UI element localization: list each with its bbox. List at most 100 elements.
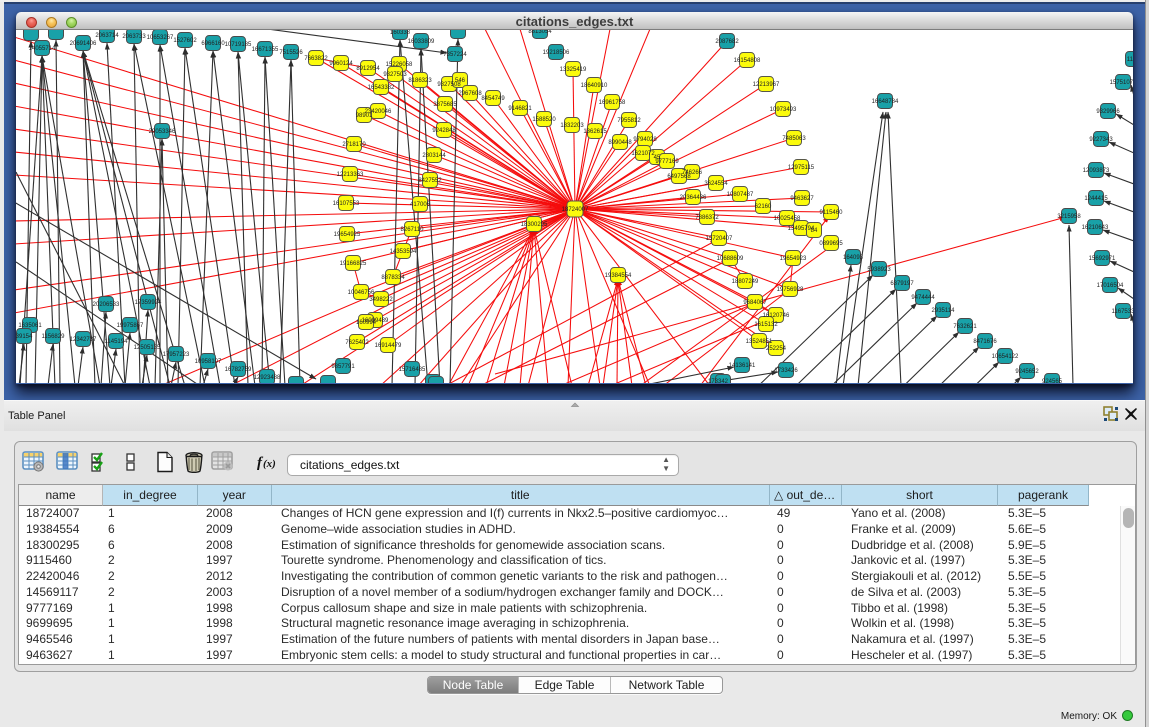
svg-text:16107553: 16107553 [333, 201, 360, 207]
svg-text:17016504: 17016504 [1097, 283, 1124, 289]
svg-text:8912954: 8912954 [356, 66, 380, 72]
svg-text:16914479: 16914479 [375, 343, 402, 349]
svg-text:29053346: 29053346 [149, 129, 176, 135]
svg-text:15716485: 15716485 [399, 367, 426, 373]
svg-text:3875685: 3875685 [433, 102, 457, 108]
svg-text:9327503: 9327503 [383, 72, 407, 78]
svg-text:8267110: 8267110 [401, 227, 425, 233]
svg-text:2718170: 2718170 [342, 142, 366, 148]
svg-text:9227343: 9227343 [1089, 137, 1113, 143]
svg-text:6379197: 6379197 [890, 281, 914, 287]
svg-text:62160: 62160 [755, 204, 772, 210]
svg-text:10046756: 10046756 [348, 290, 375, 296]
svg-text:2803144: 2803144 [422, 153, 446, 159]
svg-text:15692971: 15692971 [1089, 256, 1116, 262]
svg-text:13524851: 13524851 [746, 339, 773, 345]
svg-text:12213363: 12213363 [337, 172, 364, 178]
svg-text:9242848: 9242848 [432, 128, 456, 134]
svg-text:1145194: 1145194 [105, 339, 129, 345]
svg-text:10973493: 10973493 [770, 107, 797, 113]
svg-text:7515526: 7515526 [279, 50, 303, 56]
svg-text:3498222: 3498222 [369, 297, 393, 303]
svg-text:1832203: 1832203 [560, 123, 584, 129]
svg-text:10807487: 10807487 [727, 192, 754, 198]
svg-text:160338: 160338 [390, 30, 411, 36]
svg-text:9777169: 9777169 [655, 159, 679, 165]
svg-text:16671355: 16671355 [252, 47, 279, 53]
svg-text:9857791: 9857791 [331, 364, 355, 370]
svg-text:8990448: 8990448 [608, 140, 632, 146]
svg-text:18640910: 18640910 [581, 83, 608, 89]
svg-text:10719185: 10719185 [225, 42, 252, 48]
svg-text:5938923: 5938923 [867, 267, 891, 273]
svg-text:1615132: 1615132 [754, 322, 778, 328]
svg-text:7886372: 7886372 [695, 215, 719, 221]
svg-text:20364436: 20364436 [680, 195, 707, 201]
svg-text:10688609: 10688609 [717, 256, 744, 262]
svg-text:18300295: 18300295 [521, 222, 548, 228]
svg-text:7357224: 7357224 [443, 52, 467, 58]
svg-text:9115460: 9115460 [820, 210, 844, 216]
svg-text:12975115: 12975115 [788, 165, 815, 171]
svg-text:39154: 39154 [16, 334, 33, 340]
svg-text:160994: 160994 [356, 320, 377, 326]
svg-text:1527602: 1527602 [173, 38, 197, 44]
svg-text:12505135: 12505135 [134, 345, 161, 351]
svg-text:7625402: 7625402 [345, 340, 369, 346]
svg-text:16782759: 16782759 [225, 367, 252, 373]
svg-text:9684067: 9684067 [743, 300, 767, 306]
svg-text:16648784: 16648784 [872, 99, 899, 105]
svg-text:1362615: 1362615 [583, 129, 607, 135]
svg-text:98901: 98901 [356, 113, 373, 119]
svg-text:924565: 924565 [1042, 379, 1063, 383]
svg-text:16120746: 16120746 [763, 313, 790, 319]
svg-text:8878334: 8878334 [381, 275, 405, 281]
svg-text:14055714: 14055714 [29, 46, 56, 52]
svg-text:3624554: 3624554 [704, 181, 728, 187]
svg-text:8186323: 8186323 [408, 78, 432, 84]
svg-text:1588520: 1588520 [532, 117, 556, 123]
svg-text:14136141: 14136141 [729, 363, 756, 369]
svg-text:17359924: 17359924 [135, 300, 162, 306]
svg-text:18724007: 18724007 [562, 207, 589, 213]
svg-text:252254: 252254 [766, 346, 787, 352]
svg-text:2063714: 2063714 [95, 33, 119, 39]
svg-text:10958107: 10958107 [195, 359, 222, 365]
svg-text:7663822: 7663822 [304, 56, 328, 62]
svg-text:6497568: 6497568 [667, 174, 691, 180]
svg-text:15720407: 15720407 [706, 236, 733, 242]
svg-text:9463627: 9463627 [790, 196, 814, 202]
svg-text:13325419: 13325419 [560, 67, 587, 73]
svg-text:0899695: 0899695 [819, 241, 843, 247]
svg-text:16210643: 16210643 [1082, 225, 1109, 231]
svg-text:1244415: 1244415 [1084, 196, 1108, 202]
svg-text:8471676: 8471676 [973, 339, 997, 345]
svg-text:20691406: 20691406 [70, 41, 97, 47]
svg-text:3215958: 3215958 [1057, 214, 1081, 220]
svg-text:14353594: 14353594 [390, 249, 417, 255]
svg-text:12213967: 12213967 [753, 82, 780, 88]
svg-text:2087682: 2087682 [715, 39, 739, 45]
svg-text:7632621: 7632621 [953, 324, 977, 330]
svg-text:12342737: 12342737 [70, 337, 97, 343]
svg-text:2967608: 2967608 [458, 91, 482, 97]
svg-text:2935114: 2935114 [932, 308, 956, 314]
svg-text:8427552: 8427552 [418, 178, 442, 184]
svg-text:20206533: 20206533 [93, 302, 120, 308]
svg-text:19218506: 19218506 [543, 50, 570, 56]
svg-text:19756928: 19756928 [777, 287, 804, 293]
svg-text:9245652: 9245652 [1015, 369, 1039, 375]
svg-text:417006: 417006 [410, 202, 431, 208]
svg-text:9960124: 9960124 [329, 61, 353, 67]
svg-text:10025458: 10025458 [774, 216, 801, 222]
svg-text:19166825: 19166825 [340, 261, 367, 267]
svg-text:1117: 1117 [1127, 57, 1133, 63]
svg-text:15751074: 15751074 [1110, 80, 1133, 86]
svg-text:18807249: 18807249 [732, 279, 759, 285]
svg-text:19975867: 19975867 [117, 323, 144, 329]
svg-text:1733426: 1733426 [774, 368, 798, 374]
svg-text:1635061: 1635061 [18, 323, 42, 329]
svg-text:16154808: 16154808 [734, 58, 761, 64]
svg-text:1167533: 1167533 [1112, 309, 1133, 315]
svg-text:12093873: 12093873 [1083, 168, 1110, 174]
